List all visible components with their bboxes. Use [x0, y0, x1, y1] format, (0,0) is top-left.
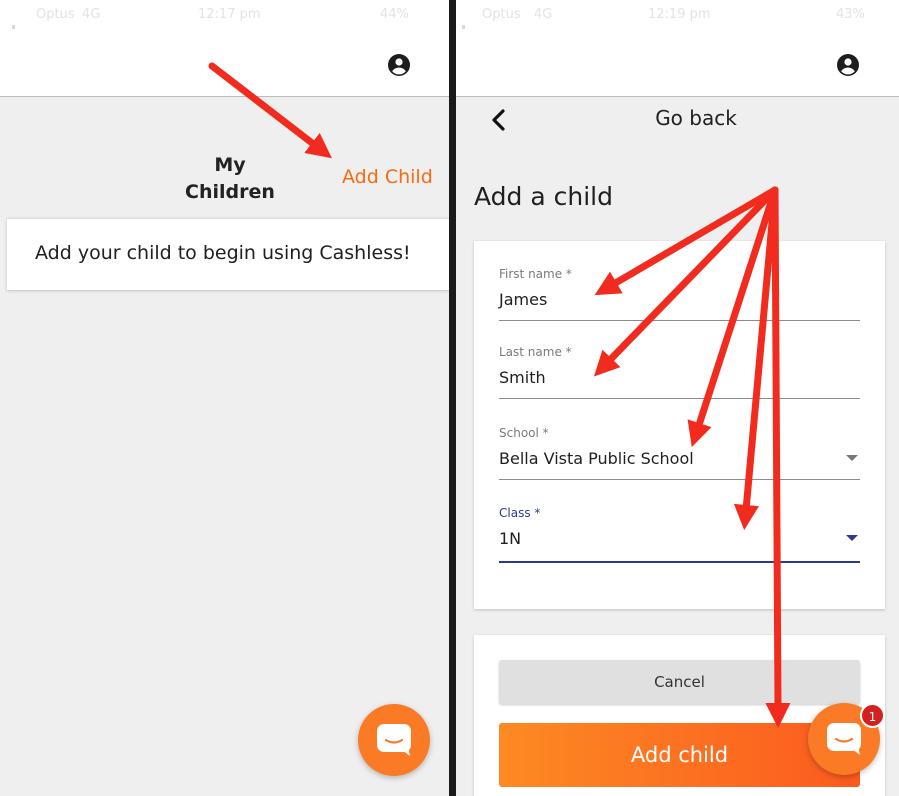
- carrier-name: Optus: [36, 7, 75, 22]
- school-select[interactable]: School * Bella Vista Public School: [499, 426, 860, 480]
- clock: 12:17 pm: [198, 7, 261, 22]
- last-name-field[interactable]: Last name * Smith: [499, 345, 860, 399]
- clock: 12:19 pm: [648, 7, 711, 22]
- go-back-link[interactable]: Go back: [616, 106, 776, 130]
- field-value: Smith: [499, 368, 546, 387]
- chat-button[interactable]: [358, 704, 430, 776]
- class-select[interactable]: Class * 1N: [499, 506, 860, 563]
- field-label: School *: [499, 426, 549, 440]
- field-label: Last name *: [499, 345, 572, 359]
- empty-state-card: Add your child to begin using Cashless!: [7, 218, 449, 290]
- status-bar: Optus 4G 12:17 pm 44%: [0, 0, 449, 74]
- account-circle-icon[interactable]: [387, 53, 411, 77]
- first-name-field[interactable]: First name * James: [499, 267, 860, 321]
- chat-bubble-icon: [827, 723, 861, 755]
- app-header: [456, 30, 899, 97]
- app-header: [0, 30, 449, 97]
- add-child-link[interactable]: Add Child: [342, 166, 433, 188]
- battery-level: 44%: [380, 7, 409, 22]
- chevron-left-icon[interactable]: [488, 108, 508, 132]
- empty-state-message: Add your child to begin using Cashless!: [35, 242, 411, 264]
- screen-add-child: Optus 4G 12:19 pm 43% Go back Add a chil…: [456, 0, 899, 796]
- field-value: Bella Vista Public School: [499, 449, 694, 468]
- field-label: First name *: [499, 267, 572, 281]
- field-value: 1N: [499, 529, 522, 548]
- screen-my-children: Optus 4G 12:17 pm 44% My Children Add Ch…: [0, 0, 449, 796]
- battery-level: 43%: [836, 7, 865, 22]
- network-type: 4G: [82, 7, 101, 22]
- cancel-button[interactable]: Cancel: [499, 660, 860, 704]
- field-label: Class *: [499, 506, 541, 520]
- chat-bubble-icon: [377, 724, 411, 756]
- page-title: Add a child: [474, 182, 613, 211]
- page-title: My Children: [185, 154, 275, 203]
- chevron-down-icon: [846, 535, 858, 541]
- account-circle-icon[interactable]: [836, 53, 860, 77]
- field-value: James: [499, 290, 548, 309]
- add-child-button[interactable]: Add child: [499, 723, 860, 787]
- status-bar: Optus 4G 12:19 pm 43%: [456, 0, 899, 74]
- notification-badge: 1: [860, 703, 885, 728]
- network-type: 4G: [534, 7, 553, 22]
- chevron-down-icon: [846, 455, 858, 461]
- child-form: First name * James Last name * Smith Sch…: [474, 241, 885, 609]
- carrier-name: Optus: [482, 7, 521, 22]
